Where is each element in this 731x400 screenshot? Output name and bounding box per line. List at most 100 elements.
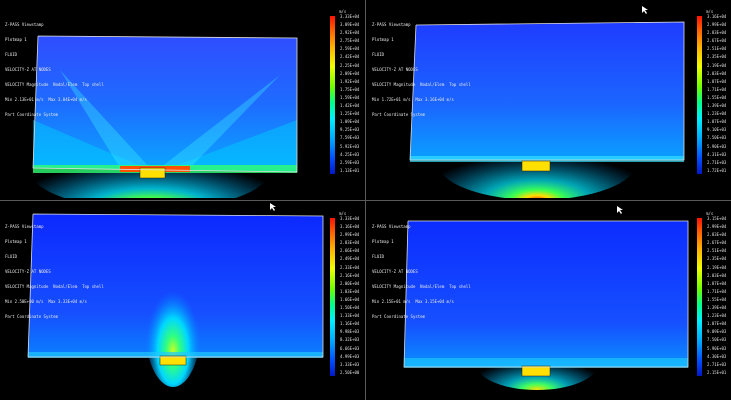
legend-tick: 1.71E+04 (707, 288, 727, 294)
legend-tick: 3.33E+03 (340, 361, 360, 367)
legend-tick: 2.03E+04 (707, 70, 727, 76)
legend-tick: 2.59E+03 (340, 159, 360, 165)
legend-tick: 2.16E+04 (340, 272, 360, 278)
legend-tick: 2.49E+04 (340, 256, 360, 262)
legend-tick: 5.90E+03 (707, 143, 727, 149)
info-line: VELOCITY Magnitude Nodal/Elem Top shell (5, 284, 104, 289)
legend-tick: 9.10E+03 (707, 127, 727, 133)
viewport-bottom-right[interactable]: Z-PASS Viewstamp Plotmap 1 FLUID VELOCIT… (367, 202, 730, 400)
legend-tick: 2.67E+04 (707, 240, 727, 246)
legend-tick: 1.87E+04 (707, 78, 727, 84)
legend-tick: 2.03E+04 (707, 272, 727, 278)
legend-tick: 2.75E+04 (340, 38, 360, 44)
legend-tick: 1.23E+04 (707, 313, 727, 319)
viewport-top-left[interactable]: Z-PASS Viewstamp Plotmap 1 FLUID VELOCIT… (0, 0, 363, 198)
legend-tick: 1.25E+04 (340, 111, 360, 117)
legend-tick: 6.66E+03 (340, 345, 360, 351)
info-line: Part Coordinate System (5, 112, 58, 117)
legend-tick: 1.71E+04 (707, 86, 727, 92)
legend-tick: 1.55E+04 (707, 94, 727, 100)
legend-tick: 3.33E+04 (340, 216, 360, 221)
info-line: Plotmap 1 (372, 239, 394, 244)
legend-tick: 2.51E+04 (707, 248, 727, 254)
legend-color-bar (330, 16, 335, 174)
mouse-cursor-icon (617, 206, 623, 214)
legend-tick: 1.42E+04 (340, 103, 360, 109)
legend-tick: 2.71E+03 (707, 361, 727, 367)
legend-tick: 1.09E+04 (340, 119, 360, 125)
info-line: Min 2.13E+01 m/s Max 3.04E+04 m/s (5, 97, 87, 102)
legend-tick: 4.25E+03 (340, 151, 360, 157)
legend-tick: 2.59E+04 (340, 46, 360, 52)
legend-tick: 1.33E+04 (340, 313, 360, 319)
legend-tick: 5.90E+03 (707, 345, 727, 351)
info-line: Min 2.50E+00 m/s Max 3.33E+04 m/s (5, 299, 87, 304)
legend-tick: 1.39E+04 (707, 305, 727, 311)
legend-tick: 1.87E+04 (707, 280, 727, 286)
info-line: FLUID (372, 52, 385, 57)
legend-tick: 4.30E+03 (707, 353, 727, 359)
legend-tick: 8.32E+03 (340, 337, 360, 343)
info-line: VELOCITY-Z AT NODES (5, 67, 51, 72)
info-panel: Z-PASS Viewstamp Plotmap 1 FLUID VELOCIT… (372, 214, 471, 329)
info-line: VELOCITY Magnitude Nodal/Elem Top shell (5, 82, 104, 87)
legend-tick: 2.42E+04 (340, 54, 360, 60)
legend-tick: 1.83E+04 (340, 288, 360, 294)
legend-tick: 2.19E+04 (707, 264, 727, 270)
info-panel: Z-PASS Viewstamp Plotmap 1 FLUID VELOCIT… (5, 214, 104, 329)
viewport-bottom-left[interactable]: Z-PASS Viewstamp Plotmap 1 FLUID VELOCIT… (0, 202, 363, 400)
info-line: Part Coordinate System (372, 112, 425, 117)
legend-tick: 9.98E+03 (340, 329, 360, 335)
legend-tick: 4.31E+03 (707, 151, 727, 157)
mouse-cursor-icon (642, 6, 648, 14)
legend-tick: 9.25E+03 (340, 127, 360, 133)
info-line: VELOCITY-Z AT NODES (5, 269, 51, 274)
legend-tick: 2.99E+04 (707, 22, 727, 28)
legend-ticks: 3.15E+04 2.99E+04 2.83E+04 2.67E+04 2.51… (707, 216, 729, 378)
legend-tick: 1.66E+04 (340, 296, 360, 302)
info-line: Z-PASS Viewstamp (5, 224, 44, 229)
legend-tick: 2.83E+04 (707, 232, 727, 238)
legend-tick: 2.71E+03 (707, 159, 727, 165)
legend-tick: 2.19E+04 (707, 62, 727, 68)
legend-tick: 4.99E+03 (340, 353, 360, 359)
legend-tick: 2.50E+00 (340, 369, 360, 375)
mouse-cursor-icon (270, 203, 276, 211)
viewport-top-right[interactable]: Z-PASS Viewstamp Plotmap 1 FLUID VELOCIT… (367, 0, 730, 198)
legend-tick: 2.15E+01 (707, 369, 727, 375)
color-legend: m/s 3.33E+04 3.09E+04 2.92E+04 2.75E+04 … (323, 9, 361, 179)
legend-tick: 1.75E+04 (340, 86, 360, 92)
legend-tick: 9.09E+03 (707, 329, 727, 335)
color-legend: m/s 3.16E+04 2.99E+04 2.83E+04 2.67E+04 … (690, 9, 728, 179)
legend-tick: 7.50E+03 (707, 135, 727, 141)
legend-tick: 1.39E+04 (707, 103, 727, 109)
viewport-divider-horizontal[interactable] (0, 200, 731, 201)
legend-tick: 3.33E+04 (340, 14, 360, 19)
legend-tick: 2.35E+04 (707, 54, 727, 60)
color-legend: m/s 3.15E+04 2.99E+04 2.83E+04 2.67E+04 … (690, 211, 728, 381)
legend-tick: 2.35E+04 (707, 256, 727, 262)
legend-tick: 7.59E+03 (340, 135, 360, 141)
legend-tick: 1.55E+04 (707, 296, 727, 302)
legend-tick: 2.99E+04 (340, 232, 360, 238)
legend-ticks: 3.33E+04 3.16E+04 2.99E+04 2.83E+04 2.66… (340, 216, 362, 378)
info-line: VELOCITY-Z AT NODES (372, 67, 418, 72)
info-line: Plotmap 1 (5, 37, 27, 42)
legend-tick: 1.07E+04 (707, 321, 727, 327)
legend-tick: 2.99E+04 (707, 224, 727, 230)
legend-color-bar (697, 16, 702, 174)
legend-tick: 5.92E+03 (340, 143, 360, 149)
legend-color-bar (330, 218, 335, 376)
legend-tick: 3.16E+04 (707, 14, 727, 19)
legend-tick: 2.83E+04 (340, 240, 360, 246)
info-line: FLUID (5, 52, 18, 57)
legend-tick: 3.16E+04 (340, 224, 360, 230)
legend-tick: 1.59E+04 (340, 94, 360, 100)
info-line: FLUID (5, 254, 18, 259)
legend-tick: 2.51E+04 (707, 46, 727, 52)
legend-tick: 1.07E+04 (707, 119, 727, 125)
legend-tick: 1.50E+04 (340, 305, 360, 311)
legend-tick: 7.50E+03 (707, 337, 727, 343)
info-line: VELOCITY Magnitude Nodal/Elem Top shell (372, 284, 471, 289)
info-line: Min 2.15E+01 m/s Max 3.15E+04 m/s (372, 299, 454, 304)
